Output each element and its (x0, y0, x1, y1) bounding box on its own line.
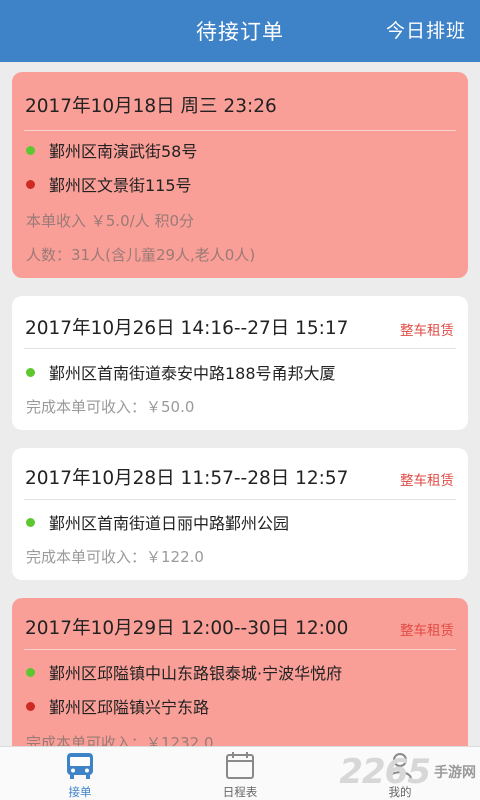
site-watermark: 2265 手游网 (339, 748, 476, 796)
dropoff-dot-icon (26, 180, 35, 189)
order-type-tag: 整车租赁 (400, 323, 454, 339)
dropoff-address-text: 鄞州区邱隘镇兴宁东路 (49, 698, 210, 717)
order-income: 完成本单可收入：￥50.0 (26, 398, 195, 416)
today-schedule-button[interactable]: 今日排班 (386, 16, 466, 43)
order-type-tag: 整车租赁 (400, 473, 454, 489)
order-income: 完成本单可收入：￥122.0 (26, 548, 204, 566)
order-card[interactable]: 2017年10月29日 12:00--30日 12:00 整车租赁 鄞州区邱隘镇… (12, 598, 468, 746)
order-type-tag: 整车租赁 (400, 623, 454, 639)
order-people: 人数：31人(含儿童29人,老人0人) (26, 246, 256, 264)
dropoff-dot-icon (26, 702, 35, 711)
pickup-dot-icon (26, 368, 35, 377)
order-income: 完成本单可收入：￥1232.0 (26, 734, 214, 746)
order-list[interactable]: 2017年10月18日 周三 23:26 鄞州区南演武街58号 鄞州区文景街11… (0, 62, 480, 746)
app-header: 待接订单 今日排班 (0, 0, 480, 62)
pickup-address-text: 鄞州区首南街道日丽中路鄞州公园 (49, 514, 290, 533)
divider (24, 499, 456, 500)
tab-label: 日程表 (222, 785, 258, 799)
dropoff-address-text: 鄞州区文景街115号 (49, 176, 192, 195)
watermark-number: 2265 (339, 752, 431, 792)
pickup-dot-icon (26, 146, 35, 155)
order-income: 本单收入 ￥5.0/人 积0分 (26, 212, 194, 230)
pickup-address-text: 鄞州区南演武街58号 (49, 142, 198, 161)
pickup-address-text: 鄞州区首南街道泰安中路188号甬邦大厦 (49, 364, 336, 383)
tab-label: 接单 (68, 785, 92, 799)
calendar-icon (226, 752, 254, 779)
order-time: 2017年10月29日 12:00--30日 12:00 (25, 618, 349, 639)
divider (24, 348, 456, 349)
order-time: 2017年10月28日 11:57--28日 12:57 (25, 468, 349, 489)
order-time: 2017年10月18日 周三 23:26 (25, 96, 277, 117)
dropoff-address: 鄞州区邱隘镇兴宁东路 (26, 694, 209, 718)
pickup-address: 鄞州区首南街道日丽中路鄞州公园 (26, 510, 289, 534)
pickup-dot-icon (26, 518, 35, 527)
order-card[interactable]: 2017年10月26日 14:16--27日 15:17 整车租赁 鄞州区首南街… (12, 296, 468, 430)
watermark-text: 手游网 (434, 765, 476, 781)
divider (24, 649, 456, 650)
dropoff-address: 鄞州区文景街115号 (26, 172, 192, 196)
pickup-address-text: 鄞州区邱隘镇中山东路银泰城·宁波华悦府 (49, 664, 343, 683)
tab-schedule[interactable]: 日程表 (190, 747, 290, 800)
tab-orders[interactable]: 接单 (30, 747, 130, 800)
order-card[interactable]: 2017年10月18日 周三 23:26 鄞州区南演武街58号 鄞州区文景街11… (12, 72, 468, 278)
bus-icon (67, 753, 93, 779)
order-time: 2017年10月26日 14:16--27日 15:17 (25, 318, 349, 339)
order-card[interactable]: 2017年10月28日 11:57--28日 12:57 整车租赁 鄞州区首南街… (12, 448, 468, 580)
pickup-dot-icon (26, 668, 35, 677)
pickup-address: 鄞州区邱隘镇中山东路银泰城·宁波华悦府 (26, 660, 342, 684)
pickup-address: 鄞州区首南街道泰安中路188号甬邦大厦 (26, 360, 336, 384)
pickup-address: 鄞州区南演武街58号 (26, 138, 197, 162)
divider (24, 130, 456, 131)
